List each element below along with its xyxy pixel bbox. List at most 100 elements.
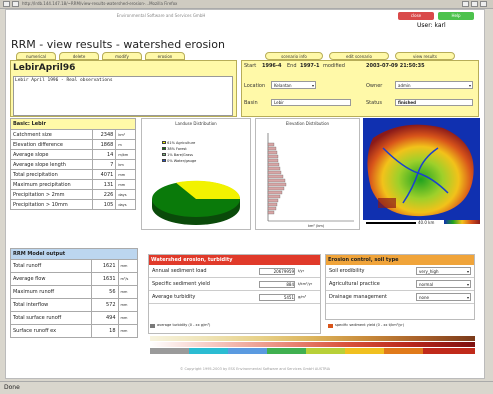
row-unit: mm xyxy=(117,259,139,273)
close-button[interactable]: close xyxy=(398,12,434,20)
basic-table: Basic: Lebir Catchment size 2348 km² Eleva… xyxy=(9,118,136,210)
row-label: Precipitation > 2mm xyxy=(9,189,94,200)
owner-label: Owner xyxy=(366,83,383,89)
table-row: Total surface runoff 494 mm xyxy=(10,311,139,325)
row-value: 20679959 xyxy=(259,268,295,275)
table-row: Total runoff 1621 mm xyxy=(10,259,139,273)
table-row: Maximum precipitation 131 mm xyxy=(9,179,136,190)
row-unit: mm xyxy=(115,179,136,190)
legend-label: 38% Forest xyxy=(167,147,187,151)
rrm-title: RRM Model output xyxy=(10,248,138,260)
row-label: Maximum runoff xyxy=(10,285,92,299)
row-value: 4071 xyxy=(92,169,117,180)
scenario-box: LebirApril96 Lebir April 1996 - Real obs… xyxy=(10,60,237,117)
table-row: Catchment size 2348 km² xyxy=(9,129,136,140)
select-value: normal xyxy=(419,282,434,287)
maximize-icon[interactable] xyxy=(471,1,478,7)
window-menu-icon[interactable] xyxy=(3,1,10,7)
minimize-icon[interactable] xyxy=(462,1,469,7)
row-label: Agricultural practice xyxy=(329,281,380,287)
browser-titlebar: http://lrdb.144.147.18/~RRM/view-results… xyxy=(0,0,493,9)
row-value: 226 xyxy=(92,189,117,200)
tab-modify[interactable]: modify xyxy=(102,52,142,60)
row-label: Total surface runoff xyxy=(10,311,92,325)
chevron-down-icon: ▾ xyxy=(466,269,469,274)
url-bar[interactable]: http://lrdb.144.147.18/~RRM/view-results… xyxy=(22,1,274,7)
dem-map[interactable] xyxy=(363,118,480,220)
erosion-row: Annual sediment load 20679959 t/yr xyxy=(149,265,320,278)
modified-value: 2003-07-09 21:50:35 xyxy=(366,63,425,69)
landuse-title: Landuse Distribution xyxy=(175,121,217,126)
footer-copyright: © Copyright 1995-2003 by ESS Environment… xyxy=(179,367,331,371)
row-unit: km² xyxy=(115,129,136,140)
owner-value: admin xyxy=(398,83,411,88)
turbidity-color-bar xyxy=(150,336,475,341)
landuse-pie xyxy=(152,180,241,225)
modified-label: modified xyxy=(323,63,345,69)
control-title: Erosion control, soil type xyxy=(326,255,474,265)
erosion-row: Average turbidity 5451 g/m³ xyxy=(149,291,320,304)
row-label: Annual sediment load xyxy=(152,268,207,274)
row-label: Catchment size xyxy=(9,129,94,140)
rrm-table: RRM Model output Total runoff 1621 mm Aver… xyxy=(10,248,139,338)
agricultural-practice-select[interactable]: normal ▾ xyxy=(416,280,471,288)
soil-erodibility-select[interactable]: very_high ▾ xyxy=(416,267,471,275)
elevation-histogram xyxy=(267,133,354,222)
row-label: Average flow xyxy=(10,272,92,286)
back-icon[interactable] xyxy=(12,1,19,7)
row-unit: g/m³ xyxy=(298,295,307,299)
legend-item: 0% Water/gauge xyxy=(162,159,196,165)
scenario-info-button[interactable]: scenario info xyxy=(265,52,323,60)
location-label: Location xyxy=(244,83,266,89)
close-window-icon[interactable] xyxy=(480,1,487,7)
drainage-management-select[interactable]: none ▾ xyxy=(416,293,471,301)
view-results-button[interactable]: view results xyxy=(395,52,455,60)
edit-scenario-button[interactable]: edit scenario xyxy=(329,52,389,60)
row-unit: m xyxy=(115,139,136,150)
erosion-panel: Watershed erosion, turbidity Annual sedi… xyxy=(148,254,321,334)
elevation-panel: Elevation Distribution km² (km) xyxy=(255,118,360,230)
row-value: 5451 xyxy=(259,294,295,301)
row-label: Average slope length xyxy=(9,159,94,170)
row-label: Soil erodibility xyxy=(329,268,365,274)
chevron-down-icon: ▾ xyxy=(466,295,469,300)
row-unit: t/yr xyxy=(298,269,305,273)
page-title: RRM - view results - watershed erosion xyxy=(11,38,225,51)
location-select[interactable]: Kelantan ▾ xyxy=(271,81,316,89)
chevron-down-icon: ▾ xyxy=(466,282,469,287)
row-value: 2348 xyxy=(92,129,117,140)
legend-label: 0% Water/gauge xyxy=(167,159,197,163)
row-label: Total runoff xyxy=(10,259,92,273)
control-row: Drainage management none ▾ xyxy=(326,291,474,304)
row-unit: t/km²/yr xyxy=(298,282,313,286)
row-value: 1631 xyxy=(90,272,119,286)
table-row: Average slope length 7 km xyxy=(9,159,136,170)
row-label: Drainage management xyxy=(329,294,387,300)
table-row: Precipitation > 10mm 105 days xyxy=(9,199,136,210)
row-label: Average slope xyxy=(9,149,94,160)
status-label: Status xyxy=(366,100,382,106)
elevation-title: Elevation Distribution xyxy=(285,121,330,126)
basin-field[interactable]: Lebir xyxy=(271,99,351,106)
row-unit: km xyxy=(115,159,136,170)
row-label: Total precipitation xyxy=(9,169,94,180)
tab-delete[interactable]: delete xyxy=(59,52,99,60)
chevron-down-icon: ▾ xyxy=(468,83,471,88)
row-label: Surface runoff ex xyxy=(10,324,92,338)
tab-erosion[interactable]: erosion xyxy=(145,52,185,60)
tab-numerical[interactable]: numerical xyxy=(16,52,56,60)
row-unit: mm xyxy=(117,324,139,338)
scenario-description[interactable]: Lebir April 1996 - Real observations xyxy=(13,76,233,116)
owner-select[interactable]: admin ▾ xyxy=(395,81,473,89)
row-label: Average turbidity xyxy=(152,294,196,300)
legend-label: 1% Bare/Grass xyxy=(167,153,193,157)
elevation-axis-label: km² (km) xyxy=(308,224,325,228)
scenario-name: LebirApril96 xyxy=(13,63,76,73)
erosion-title: Watershed erosion, turbidity xyxy=(149,255,320,265)
help-button[interactable]: Help xyxy=(438,12,474,20)
end-value: 1997-1 xyxy=(300,63,320,69)
table-row: Total precipitation 4071 mm xyxy=(9,169,136,180)
table-row: Precipitation > 2mm 226 days xyxy=(9,189,136,200)
scale-label: 40.0 km xyxy=(418,220,435,225)
row-label: Total interflow xyxy=(10,298,92,312)
